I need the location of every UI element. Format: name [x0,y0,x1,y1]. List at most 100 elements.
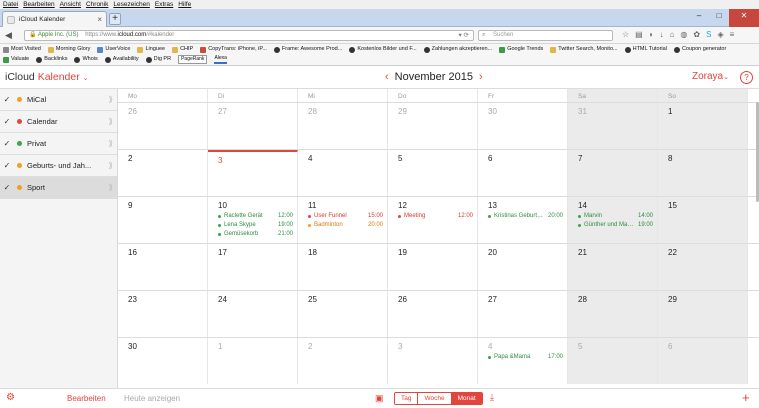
day-cell[interactable]: 5 [388,150,478,196]
calendar-event[interactable]: Lena Skype 19:00 [218,221,297,230]
day-cell[interactable]: 16 [118,244,208,290]
checkmark-icon[interactable]: ✓ [0,161,14,170]
help-button[interactable]: ? [740,71,753,84]
bookmark-item[interactable]: Coupon generator [673,45,726,54]
bookmark-item[interactable]: UserVoice [97,45,130,54]
day-cell[interactable]: 15 [658,197,748,243]
back-icon[interactable]: ◀ [5,30,12,41]
bookmark-star-icon[interactable]: ☆ [622,30,629,39]
menu-item[interactable]: Ansicht [60,0,81,9]
day-cell[interactable]: 13 Kristinas Geburtst... 20:00 [478,197,568,243]
bookmark-item[interactable]: CopyTrans: iPhone, iP... [200,45,267,54]
calendar-event[interactable]: Raclette Gerät 12:00 [218,212,297,221]
day-cell[interactable]: 27 [478,291,568,337]
gear-icon[interactable]: ⚙ [6,392,15,403]
day-cell[interactable]: 2 [298,338,388,384]
download-icon[interactable]: ↓ [660,30,664,39]
bookmark-item[interactable]: Kostenlos Bilder und F... [349,45,417,54]
day-cell[interactable]: 24 [208,291,298,337]
day-cell[interactable]: 20 [478,244,568,290]
menu-item[interactable]: Datei [3,0,18,9]
day-cell[interactable]: 5 [568,338,658,384]
day-cell[interactable]: 11 User Funnel 15:00 Badminton 20:00 [298,197,388,243]
share-icon[interactable]: ⟫ [109,95,113,104]
bookmark-item[interactable]: Zahlungen akzeptieren... [423,45,492,54]
bookmark-item[interactable]: Frame: Awesome Prod... [273,45,342,54]
day-cell[interactable]: 18 [298,244,388,290]
view-tag-button[interactable]: Tag [395,393,419,404]
day-cell[interactable]: 6 [658,338,748,384]
calendar-event[interactable]: User Funnel 15:00 [308,212,387,221]
day-cell[interactable]: 19 [388,244,478,290]
day-cell[interactable]: 27 [208,103,298,149]
checkmark-icon[interactable]: ✓ [0,139,14,148]
day-cell[interactable]: 9 [118,197,208,243]
menu-item[interactable]: Chronik [86,0,108,9]
day-cell[interactable]: 1 [208,338,298,384]
bookmark-item[interactable]: HTML Tutorial [624,45,667,54]
day-cell[interactable]: 29 [388,103,478,149]
calendar-event[interactable]: Gemüsekorb 21:00 [218,230,297,239]
calendar-item[interactable]: ✓ Sport ⟫ [0,177,117,199]
view-woche-button[interactable]: Woche [418,393,452,404]
calendar-item[interactable]: ✓ MiCal ⟫ [0,89,117,111]
share-icon[interactable]: ⟫ [109,161,113,170]
calendar-item[interactable]: ✓ Calendar ⟫ [0,111,117,133]
day-cell[interactable]: 29 [658,291,748,337]
home-icon[interactable]: ⌂ [670,30,675,39]
day-cell[interactable]: 2 [118,150,208,196]
day-cell[interactable]: 28 [298,103,388,149]
checkmark-icon[interactable]: ✓ [0,183,14,192]
bookmark-item[interactable]: Most Visited [3,45,41,54]
extension-icon[interactable]: ◈ [717,30,723,39]
share-icon[interactable]: ⟫ [109,183,113,192]
day-cell[interactable]: 28 [568,291,658,337]
addon-icon[interactable]: ✿ [693,30,700,39]
calendar-item[interactable]: ✓ Privat ⟫ [0,133,117,155]
bookmark-item[interactable]: Availability [104,55,139,64]
menu-icon[interactable]: ≡ [730,30,735,39]
day-cell[interactable]: 4 Papa &Mama 17:00 [478,338,568,384]
bookmark-item[interactable]: Valuate [3,55,29,64]
calendar-item[interactable]: ✓ Geburts- und Jah... ⟫ [0,155,117,177]
addon-icon[interactable]: ◍ [680,30,687,39]
reload-icon[interactable]: ▾ ⟳ [458,31,469,40]
bookmark-item[interactable]: Linguee [137,45,165,54]
view-monat-button[interactable]: Monat [451,393,482,404]
search-input[interactable]: ⌕ Suchen [478,30,613,41]
menu-item[interactable]: Extras [155,0,173,9]
maximize-icon[interactable]: □ [709,9,729,27]
day-cell[interactable]: 10 Raclette Gerät 12:00 Lena Skype 19:00 Gemü… [208,197,298,243]
menu-item[interactable]: Bearbeiten [23,0,54,9]
day-cell[interactable]: 4 [298,150,388,196]
bookmark-item[interactable]: Whois [74,55,98,64]
day-cell[interactable]: 6 [478,150,568,196]
user-menu[interactable]: Zoraya⌄ [692,71,729,82]
bookmark-item[interactable]: CHIP [172,45,193,54]
day-cell[interactable]: 17 [208,244,298,290]
share-icon[interactable]: ⟫ [109,117,113,126]
day-cell[interactable]: 31 [568,103,658,149]
day-cell[interactable]: 1 [658,103,748,149]
day-cell[interactable]: 23 [118,291,208,337]
app-switcher[interactable]: iCloud Kalender ⌄ [5,71,89,83]
show-today-button[interactable]: Heute anzeigen [124,394,180,403]
minimize-icon[interactable]: – [689,9,709,27]
bookmark-item[interactable]: Morning Glory [47,45,90,54]
pocket-icon[interactable]: ◗ [649,30,654,39]
menu-item[interactable]: Lesezeichen [113,0,150,9]
share-icon[interactable]: ⟫ [109,139,113,148]
calendar-view-icon[interactable]: ▣ [375,393,384,404]
checkmark-icon[interactable]: ✓ [0,95,14,104]
bookmark-item[interactable]: Alexa [214,55,227,64]
close-window-icon[interactable]: ✕ [729,9,759,27]
bookmark-item[interactable]: Twitter Search, Monito... [550,45,618,54]
day-cell[interactable]: 7 [568,150,658,196]
edit-button[interactable]: Bearbeiten [67,394,106,403]
calendar-event[interactable]: Kristinas Geburtst... 20:00 [488,212,567,221]
day-cell[interactable]: 3 [388,338,478,384]
skype-icon[interactable]: S [706,30,711,39]
bookmark-item[interactable]: Dig PR [145,55,171,64]
menu-item[interactable]: Hilfe [178,0,191,9]
bookmark-item[interactable]: PageRank [178,55,208,64]
